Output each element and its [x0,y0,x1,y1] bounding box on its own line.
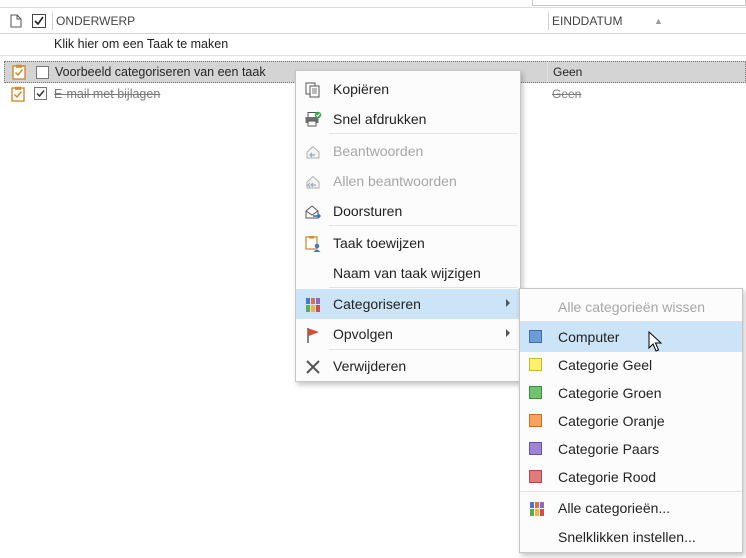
delete-icon [306,360,320,374]
assign-task-icon [305,236,321,252]
search-box-edge[interactable] [532,0,746,6]
menu-item-reply[interactable]: Beantwoorden [296,136,520,166]
menu-item-category-orange[interactable]: Categorie Oranje [520,406,742,436]
menu-item-categorize[interactable]: Categoriseren [296,289,520,319]
menu-item-label: Naam van taak wijzigen [333,265,481,281]
column-separator [547,62,548,82]
forward-icon [305,205,322,219]
reply-all-icon [306,175,320,189]
new-task-prompt[interactable]: Klik hier om een Taak te maken [54,37,228,51]
menu-item-label: Categorie Groen [558,385,662,401]
menu-item-label: Categoriseren [333,296,421,312]
new-task-row[interactable]: Klik hier om een Taak te maken [0,34,746,54]
category-color-swatch [529,330,542,343]
menu-separator [329,349,517,350]
category-color-swatch [529,470,542,483]
menu-item-label: Alle categorieën wissen [558,299,706,315]
menu-item-forward[interactable]: Doorsturen [296,196,520,226]
menu-item-label: Doorsturen [333,203,403,219]
menu-item-label: Allen beantwoorden [333,173,457,189]
menu-item-clear-categories[interactable]: Alle categorieën wissen [520,292,742,322]
menu-item-quick-print[interactable]: Snel afdrukken [296,104,520,134]
menu-item-label: Snelklikken instellen... [558,529,696,545]
menu-item-all-categories[interactable]: Alle categorieën... [520,493,742,523]
reply-icon [306,145,320,159]
menu-separator [520,491,742,492]
complete-checkbox-header-icon[interactable] [32,14,46,28]
menu-item-label: Alle categorieën... [558,500,671,516]
categorize-submenu: Alle categorieën wissen Computer Categor… [519,288,743,553]
submenu-arrow-icon [506,329,510,337]
menu-item-label: Taak toewijzen [333,235,425,251]
menu-item-label: Snel afdrukken [333,111,427,127]
column-due-header[interactable]: EINDDATUM [552,9,622,33]
task-subject[interactable]: Voorbeeld categoriseren van een taak [55,65,266,79]
menu-item-label: Verwijderen [333,358,407,374]
mouse-cursor-icon [648,331,662,352]
task-clipboard-icon [11,86,25,102]
menu-item-rename-task[interactable]: Naam van taak wijzigen [296,258,520,288]
task-subject[interactable]: E-mail met bijlagen [54,87,160,101]
column-separator [548,12,549,30]
menu-separator [329,133,517,134]
category-color-swatch [529,442,542,455]
category-color-swatch [529,414,542,427]
toolbar-strip [0,0,746,8]
menu-item-label: Computer [558,329,620,345]
column-subject-header[interactable]: ONDERWERP [56,9,135,33]
flag-icon [307,328,319,343]
task-due-date[interactable]: Geen [552,87,581,101]
menu-item-label: Beantwoorden [333,143,424,159]
divider [0,55,746,56]
menu-item-label: Categorie Geel [558,357,653,373]
menu-item-label: Categorie Paars [558,441,660,457]
menu-item-delete[interactable]: Verwijderen [296,351,520,381]
menu-item-reply-all[interactable]: Allen beantwoorden [296,166,520,196]
copy-icon [305,82,320,98]
context-menu: Kopiëren Snel afdrukken Beantwoorden All… [295,70,521,382]
complete-checkbox[interactable] [36,66,49,79]
document-icon[interactable] [10,14,22,28]
menu-item-label: Kopiëren [333,81,390,97]
menu-separator [329,287,517,288]
column-header-row: ONDERWERP EINDDATUM ▲ [0,9,746,34]
category-color-swatch [529,386,542,399]
menu-item-category-computer[interactable]: Computer [520,322,742,352]
task-clipboard-icon [12,64,26,80]
menu-item-label: Categorie Oranje [558,413,665,429]
category-color-swatch [529,358,542,371]
categorize-icon [306,298,320,312]
menu-item-label: Categorie Rood [558,469,657,485]
menu-separator [329,225,517,226]
printer-icon [305,111,322,127]
menu-item-category-purple[interactable]: Categorie Paars [520,434,742,464]
menu-item-category-yellow[interactable]: Categorie Geel [520,350,742,380]
task-due-date[interactable]: Geen [553,65,582,79]
menu-item-copy[interactable]: Kopiëren [296,74,520,104]
menu-item-category-green[interactable]: Categorie Groen [520,378,742,408]
menu-item-assign-task[interactable]: Taak toewijzen [296,228,520,258]
complete-checkbox[interactable] [34,87,47,100]
menu-item-quick-click[interactable]: Snelklikken instellen... [520,522,742,552]
column-separator [52,12,53,30]
categorize-icon [530,502,544,516]
submenu-arrow-icon [506,299,510,307]
menu-item-follow-up[interactable]: Opvolgen [296,319,520,349]
sort-ascending-icon[interactable]: ▲ [654,16,663,26]
menu-item-label: Opvolgen [333,326,393,342]
menu-item-category-red[interactable]: Categorie Rood [520,462,742,492]
